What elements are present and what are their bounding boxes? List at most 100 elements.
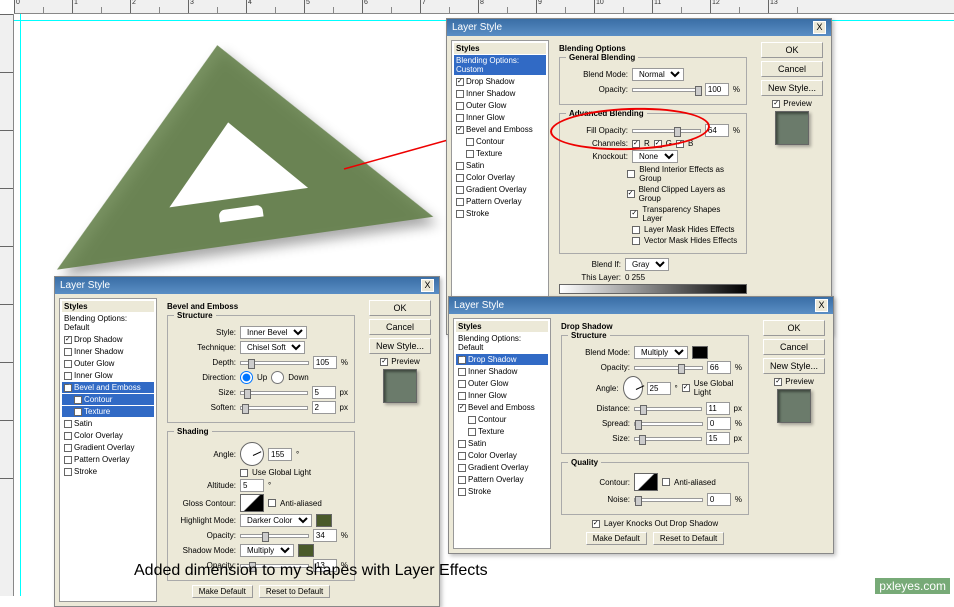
- blend-mode-select[interactable]: Multiply: [634, 346, 688, 359]
- spread-input[interactable]: [707, 417, 731, 430]
- close-icon[interactable]: X: [421, 279, 434, 292]
- reset-default-button[interactable]: Reset to Default: [259, 585, 330, 598]
- highlight-color[interactable]: [316, 514, 332, 527]
- dir-up-radio[interactable]: [240, 371, 253, 384]
- style-item-blending[interactable]: Blending Options: Default: [456, 333, 548, 353]
- style-item-texture[interactable]: Texture: [456, 426, 548, 437]
- noise-slider[interactable]: [634, 498, 703, 502]
- style-item-color-overlay[interactable]: Color Overlay: [62, 430, 154, 441]
- angle-dial[interactable]: [240, 442, 264, 466]
- dialog-titlebar[interactable]: Layer Style X: [449, 297, 833, 314]
- shadow-color-swatch[interactable]: [692, 346, 708, 359]
- soften-input[interactable]: [312, 401, 336, 414]
- size-input[interactable]: [312, 386, 336, 399]
- dialog-titlebar[interactable]: Layer Style X: [55, 277, 439, 294]
- knockout-checkbox[interactable]: [592, 520, 600, 528]
- this-layer-gradient[interactable]: [559, 284, 747, 294]
- style-item-gradient-overlay[interactable]: Gradient Overlay: [456, 462, 548, 473]
- opacity-slider[interactable]: [634, 366, 703, 370]
- global-light-checkbox[interactable]: [682, 384, 690, 392]
- highlight-mode-select[interactable]: Darker Color: [240, 514, 312, 527]
- style-item-pattern-overlay[interactable]: Pattern Overlay: [454, 196, 546, 207]
- style-item-stroke[interactable]: Stroke: [62, 466, 154, 477]
- ok-button[interactable]: OK: [761, 42, 823, 58]
- dialog-titlebar[interactable]: Layer Style X: [447, 19, 831, 36]
- size-input[interactable]: [706, 432, 730, 445]
- make-default-button[interactable]: Make Default: [192, 585, 253, 598]
- style-item-inner-shadow[interactable]: Inner Shadow: [454, 88, 546, 99]
- soften-slider[interactable]: [240, 406, 308, 410]
- style-item-bevel[interactable]: Bevel and Emboss: [456, 402, 548, 413]
- antialiased-checkbox[interactable]: [268, 499, 276, 507]
- dir-down-radio[interactable]: [271, 371, 284, 384]
- contour-picker[interactable]: [634, 473, 658, 491]
- style-item-gradient-overlay[interactable]: Gradient Overlay: [454, 184, 546, 195]
- cancel-button[interactable]: Cancel: [763, 339, 825, 355]
- shadow-color[interactable]: [298, 544, 314, 557]
- style-item-blending[interactable]: Blending Options: Custom: [454, 55, 546, 75]
- altitude-input[interactable]: [240, 479, 264, 492]
- new-style-button[interactable]: New Style...: [761, 80, 823, 96]
- style-item-outer-glow[interactable]: Outer Glow: [456, 378, 548, 389]
- bevel-style-select[interactable]: Inner Bevel: [240, 326, 307, 339]
- style-item-blending[interactable]: Blending Options: Default: [62, 313, 154, 333]
- depth-input[interactable]: [313, 356, 337, 369]
- antialiased-checkbox[interactable]: [662, 478, 670, 486]
- ok-button[interactable]: OK: [369, 300, 431, 316]
- blend-mode-select[interactable]: Normal: [632, 68, 684, 81]
- distance-slider[interactable]: [634, 407, 702, 411]
- new-style-button[interactable]: New Style...: [369, 338, 431, 354]
- angle-input[interactable]: [268, 448, 292, 461]
- style-item-inner-shadow[interactable]: Inner Shadow: [62, 346, 154, 357]
- global-light-checkbox[interactable]: [240, 469, 248, 477]
- style-item-contour[interactable]: Contour: [454, 136, 546, 147]
- style-item-drop-shadow[interactable]: Drop Shadow: [456, 354, 548, 365]
- style-item-drop-shadow[interactable]: Drop Shadow: [62, 334, 154, 345]
- blend-if-select[interactable]: Gray: [625, 258, 669, 271]
- make-default-button[interactable]: Make Default: [586, 532, 647, 545]
- new-style-button[interactable]: New Style...: [763, 358, 825, 374]
- style-item-drop-shadow[interactable]: Drop Shadow: [454, 76, 546, 87]
- style-item-satin[interactable]: Satin: [62, 418, 154, 429]
- gloss-contour[interactable]: [240, 494, 264, 512]
- technique-select[interactable]: Chisel Soft: [240, 341, 305, 354]
- knockout-select[interactable]: None: [632, 150, 678, 163]
- angle-input[interactable]: [647, 382, 671, 395]
- style-item-texture[interactable]: Texture: [62, 406, 154, 417]
- angle-dial[interactable]: [623, 376, 643, 400]
- style-item-stroke[interactable]: Stroke: [456, 486, 548, 497]
- close-icon[interactable]: X: [815, 299, 828, 312]
- style-item-color-overlay[interactable]: Color Overlay: [454, 172, 546, 183]
- style-item-bevel[interactable]: Bevel and Emboss: [62, 382, 154, 393]
- depth-slider[interactable]: [240, 361, 309, 365]
- preview-checkbox[interactable]: [774, 378, 782, 386]
- style-item-outer-glow[interactable]: Outer Glow: [62, 358, 154, 369]
- opacity-input[interactable]: [705, 83, 729, 96]
- opacity-input[interactable]: [707, 361, 731, 374]
- close-icon[interactable]: X: [813, 21, 826, 34]
- reset-default-button[interactable]: Reset to Default: [653, 532, 724, 545]
- style-item-satin[interactable]: Satin: [456, 438, 548, 449]
- style-item-bevel[interactable]: Bevel and Emboss: [454, 124, 546, 135]
- distance-input[interactable]: [706, 402, 730, 415]
- shadow-mode-select[interactable]: Multiply: [240, 544, 294, 557]
- style-item-inner-shadow[interactable]: Inner Shadow: [456, 366, 548, 377]
- cancel-button[interactable]: Cancel: [761, 61, 823, 77]
- noise-input[interactable]: [707, 493, 731, 506]
- cancel-button[interactable]: Cancel: [369, 319, 431, 335]
- preview-checkbox[interactable]: [380, 358, 388, 366]
- style-item-pattern-overlay[interactable]: Pattern Overlay: [62, 454, 154, 465]
- opacity-slider[interactable]: [632, 88, 701, 92]
- style-item-contour[interactable]: Contour: [62, 394, 154, 405]
- style-item-satin[interactable]: Satin: [454, 160, 546, 171]
- spread-slider[interactable]: [634, 422, 703, 426]
- style-item-stroke[interactable]: Stroke: [454, 208, 546, 219]
- preview-checkbox[interactable]: [772, 100, 780, 108]
- style-item-pattern-overlay[interactable]: Pattern Overlay: [456, 474, 548, 485]
- style-item-contour[interactable]: Contour: [456, 414, 548, 425]
- fill-opacity-slider[interactable]: [632, 129, 701, 133]
- style-item-inner-glow[interactable]: Inner Glow: [454, 112, 546, 123]
- style-item-texture[interactable]: Texture: [454, 148, 546, 159]
- ok-button[interactable]: OK: [763, 320, 825, 336]
- style-item-outer-glow[interactable]: Outer Glow: [454, 100, 546, 111]
